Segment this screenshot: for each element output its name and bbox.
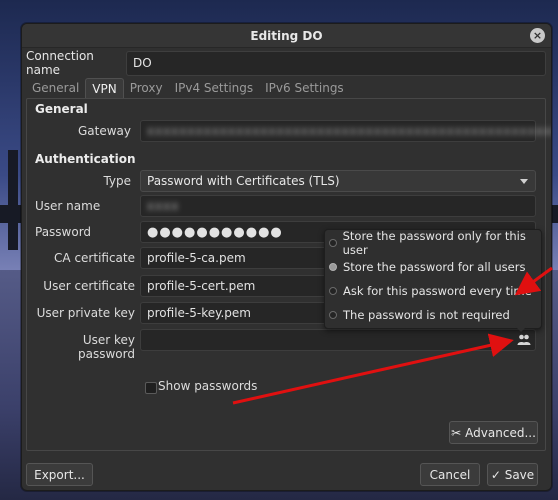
menu-pointer [515, 326, 527, 332]
menu-option-label: Store the password only for this user [342, 229, 526, 257]
title-bar: Editing DO × [22, 24, 551, 48]
show-passwords-label[interactable]: Show passwords [158, 379, 257, 393]
menu-option-not-required[interactable]: The password is not required [329, 305, 510, 325]
close-icon[interactable]: × [530, 28, 545, 43]
connection-name-input[interactable]: DO [126, 51, 546, 76]
menu-option-label: The password is not required [343, 308, 510, 322]
cancel-button[interactable]: Cancel [420, 463, 480, 486]
username-input[interactable]: xxxx [140, 195, 536, 217]
radio-icon [329, 287, 337, 295]
save-button-label: Save [504, 468, 535, 482]
username-label: User name [35, 199, 101, 213]
advanced-button-label: Advanced... [465, 426, 536, 440]
auth-type-select[interactable]: Password with Certificates (TLS) [140, 170, 536, 192]
password-value: ●●●●●●●●●●● [147, 225, 283, 240]
gateway-input[interactable]: xxxxxxxxxxxxxxxxxxxxxxxxxxxxxxxxxxxxxxxx… [140, 120, 551, 142]
user-key-password-label: User key password [78, 333, 135, 361]
gateway-label: Gateway [77, 124, 131, 138]
radio-selected-icon [329, 263, 337, 271]
type-label: Type [103, 174, 131, 188]
menu-option-all-users[interactable]: Store the password for all users [329, 257, 525, 277]
tools-icon: ✂ [451, 426, 462, 440]
tab-ipv4-settings[interactable]: IPv4 Settings [169, 78, 260, 98]
tab-bar: General VPN Proxy IPv4 Settings IPv6 Set… [26, 78, 350, 98]
menu-option-label: Store the password for all users [343, 260, 526, 274]
export-button[interactable]: Export... [26, 463, 93, 486]
checkmark-icon: ✓ [490, 468, 501, 482]
save-button[interactable]: ✓ Save [487, 463, 538, 486]
chevron-down-icon [520, 179, 528, 184]
tab-general[interactable]: General [26, 78, 85, 98]
password-label: Password [35, 225, 92, 239]
general-heading: General [35, 102, 88, 116]
show-passwords-checkbox[interactable] [145, 382, 157, 394]
radio-icon [329, 311, 337, 319]
gateway-value: xxxxxxxxxxxxxxxxxxxxxxxxxxxxxxxxxxxxxxxx… [147, 124, 552, 138]
menu-option-this-user[interactable]: Store the password only for this user [329, 229, 541, 257]
tab-vpn[interactable]: VPN [85, 78, 124, 98]
radio-icon [329, 239, 337, 247]
username-value: xxxx [147, 199, 180, 213]
connection-name-row: Connection name DO [26, 49, 546, 77]
user-key-password-input[interactable] [140, 329, 536, 351]
user-certificate-label: User certificate [43, 279, 135, 293]
password-storage-menu: Store the password only for this user St… [324, 229, 542, 329]
connection-name-label: Connection name [26, 49, 94, 77]
users-icon[interactable] [517, 333, 531, 347]
user-private-key-label: User private key [36, 306, 135, 320]
window-title: Editing DO [250, 28, 323, 43]
advanced-button[interactable]: ✂ Advanced... [449, 421, 538, 444]
menu-option-ask-every-time[interactable]: Ask for this password every time [329, 281, 532, 301]
menu-option-label: Ask for this password every time [343, 284, 532, 298]
authentication-heading: Authentication [35, 152, 136, 166]
auth-type-value: Password with Certificates (TLS) [147, 174, 340, 188]
tab-proxy[interactable]: Proxy [124, 78, 169, 98]
tab-ipv6-settings[interactable]: IPv6 Settings [259, 78, 350, 98]
ca-certificate-label: CA certificate [54, 251, 135, 265]
